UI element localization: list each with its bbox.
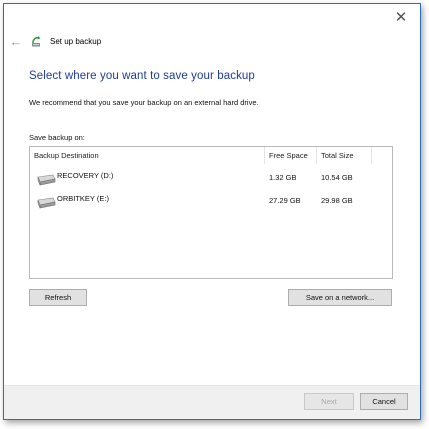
cancel-button[interactable]: Cancel	[360, 393, 408, 410]
column-header-destination[interactable]: Backup Destination	[30, 147, 265, 164]
title-bar: ← Set up backup	[4, 30, 420, 52]
column-header-total-size[interactable]: Total Size	[317, 147, 372, 164]
drive-free-space: 1.32 GB	[269, 173, 297, 182]
window-title: Set up backup	[50, 36, 102, 46]
next-button[interactable]: Next	[304, 393, 354, 410]
back-arrow-icon[interactable]: ←	[8, 33, 24, 49]
list-item-orbitkey[interactable]: ORBITKEY (E:) 27.29 GB 29.98 GB	[30, 190, 392, 212]
close-button[interactable]: ✕	[388, 7, 414, 27]
drive-name: RECOVERY (D:)	[57, 171, 114, 180]
save-on-label: Save backup on:	[29, 133, 85, 142]
recommendation-text: We recommend that you save your backup o…	[29, 98, 259, 107]
backup-destination-list[interactable]: Backup Destination Free Space Total Size…	[29, 146, 393, 279]
backup-dialog: ✕ ← Set up backup Select where you want …	[3, 3, 421, 420]
save-on-network-button[interactable]: Save on a network...	[288, 289, 392, 306]
drive-icon	[37, 197, 56, 209]
drive-total-size: 29.98 GB	[321, 196, 353, 205]
page-heading: Select where you want to save your backu…	[29, 70, 255, 82]
column-header-free-space[interactable]: Free Space	[265, 147, 317, 164]
refresh-button[interactable]: Refresh	[29, 289, 87, 306]
drive-free-space: 27.29 GB	[269, 196, 301, 205]
backup-app-icon	[32, 36, 41, 47]
list-item-recovery[interactable]: RECOVERY (D:) 1.32 GB 10.54 GB	[30, 167, 392, 189]
drive-name: ORBITKEY (E:)	[57, 194, 109, 203]
dialog-footer	[4, 385, 420, 419]
list-header: Backup Destination Free Space Total Size	[30, 147, 392, 164]
drive-total-size: 10.54 GB	[321, 173, 353, 182]
drive-icon	[37, 174, 56, 186]
close-icon: ✕	[394, 9, 408, 26]
